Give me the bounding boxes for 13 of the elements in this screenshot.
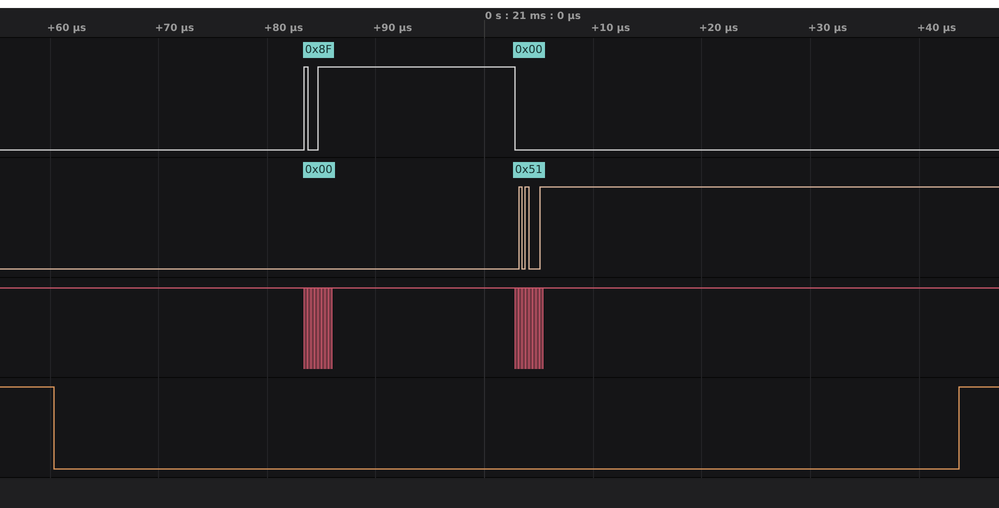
tick-label: +90 µs — [373, 22, 412, 36]
tick-label: +80 µs — [264, 22, 304, 36]
tick-label: +40 µs — [917, 22, 956, 36]
tick-label: +70 µs — [155, 22, 194, 36]
origin-time-label: 0 s : 21 ms : 0 µs — [485, 10, 581, 24]
tick-label: +20 µs — [699, 22, 738, 36]
tick-label: +60 µs — [47, 22, 86, 36]
tick-label: +10 µs — [591, 22, 630, 36]
byte-value-label: 0x00 — [303, 162, 335, 178]
byte-value-label: 0x00 — [513, 42, 545, 58]
tick-label: +30 µs — [808, 22, 848, 36]
byte-value-label: 0x8F — [303, 42, 334, 58]
byte-value-label: 0x51 — [513, 162, 545, 178]
